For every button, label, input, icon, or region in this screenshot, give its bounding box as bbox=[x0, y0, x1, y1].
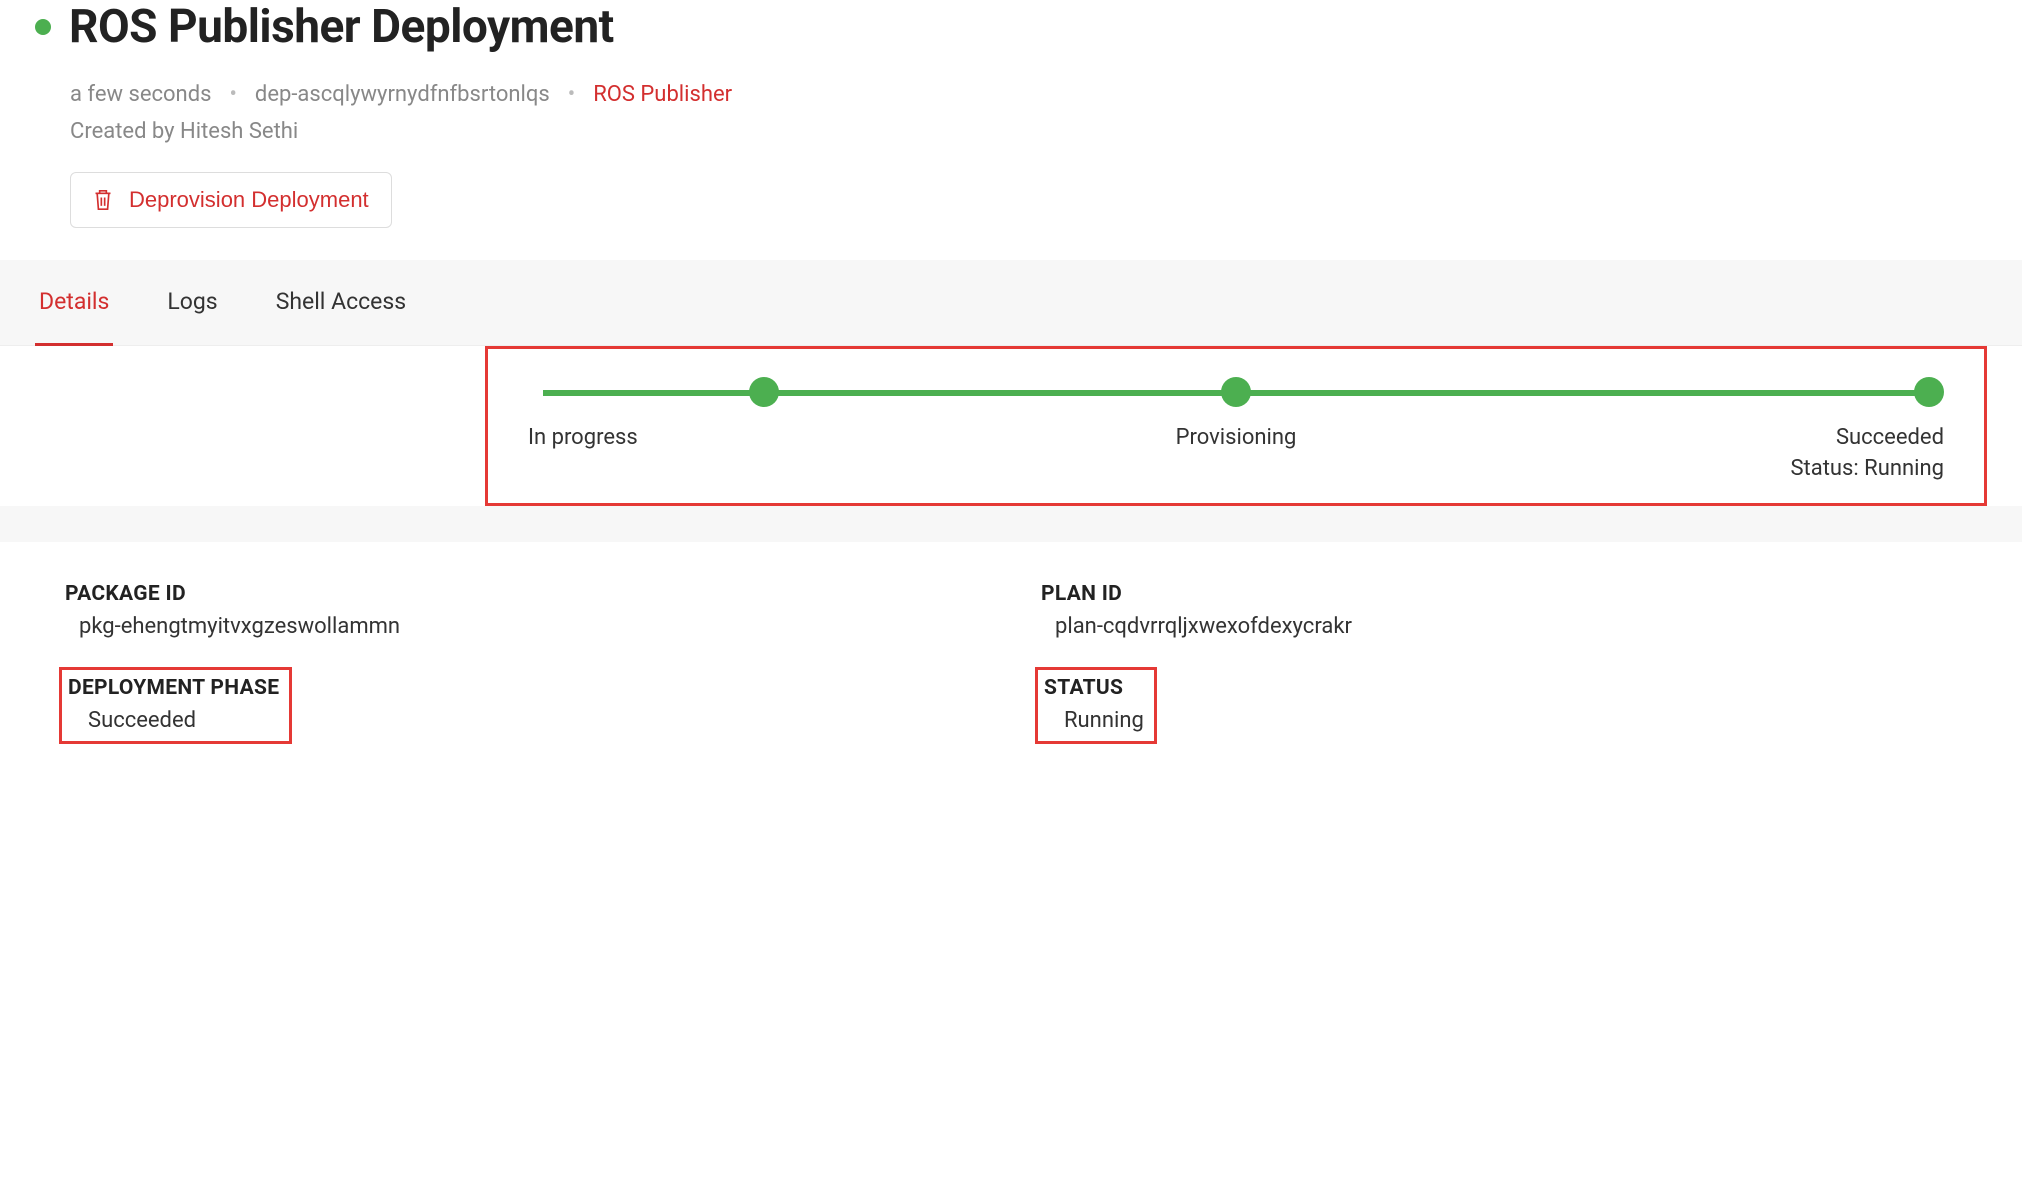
meta-row: a few seconds • dep-ascqlywyrnydfnfbsrto… bbox=[70, 82, 1987, 107]
section-divider bbox=[0, 506, 2022, 542]
progress-step-1 bbox=[528, 377, 1000, 407]
package-id-value: pkg-ehengtmyitvxgzeswollammn bbox=[65, 614, 981, 639]
meta-deployment-id: dep-ascqlywyrnydfnfbsrtonlqs bbox=[255, 82, 550, 107]
meta-age: a few seconds bbox=[70, 82, 211, 107]
deployment-phase-label: DEPLOYMENT PHASE bbox=[68, 676, 279, 700]
status-dot-icon bbox=[35, 19, 51, 35]
tabs-bar: Details Logs Shell Access bbox=[0, 260, 2022, 346]
detail-deployment-phase: DEPLOYMENT PHASE Succeeded bbox=[59, 667, 292, 744]
progress-step-3 bbox=[1472, 377, 1944, 407]
trash-icon bbox=[93, 188, 113, 212]
progress-node-icon bbox=[1914, 377, 1944, 407]
detail-plan-id: PLAN ID plan-cqdvrrqljxwexofdexycrakr bbox=[1041, 582, 1957, 639]
deprovision-button[interactable]: Deprovision Deployment bbox=[70, 172, 392, 228]
detail-status: STATUS Running bbox=[1035, 667, 1157, 744]
created-by-label: Created by Hitesh Sethi bbox=[70, 119, 1987, 144]
plan-id-label: PLAN ID bbox=[1041, 582, 1957, 606]
package-id-label: PACKAGE ID bbox=[65, 582, 981, 606]
tab-details[interactable]: Details bbox=[35, 260, 113, 346]
status-label: STATUS bbox=[1044, 676, 1144, 700]
deployment-phase-value: Succeeded bbox=[68, 708, 279, 733]
plan-id-value: plan-cqdvrrqljxwexofdexycrakr bbox=[1041, 614, 1957, 639]
tab-shell-access[interactable]: Shell Access bbox=[272, 260, 410, 346]
progress-label-3: Succeeded bbox=[1472, 425, 1944, 450]
progress-step-2 bbox=[1000, 377, 1472, 407]
progress-node-icon bbox=[1221, 377, 1251, 407]
progress-node-icon bbox=[749, 377, 779, 407]
separator-dot-icon: • bbox=[229, 82, 236, 107]
separator-dot-icon: • bbox=[568, 82, 575, 107]
progress-label-2: Provisioning bbox=[1000, 425, 1472, 450]
progress-indicator: In progress Provisioning Succeeded Statu… bbox=[485, 346, 1987, 506]
status-value: Running bbox=[1044, 708, 1144, 733]
detail-package-id: PACKAGE ID pkg-ehengtmyitvxgzeswollammn bbox=[65, 582, 981, 639]
page-title: ROS Publisher Deployment bbox=[69, 0, 614, 54]
deprovision-label: Deprovision Deployment bbox=[129, 187, 369, 213]
meta-package-link[interactable]: ROS Publisher bbox=[593, 82, 732, 107]
tab-logs[interactable]: Logs bbox=[163, 260, 221, 346]
progress-status-line: Status: Running bbox=[528, 456, 1944, 481]
progress-label-1: In progress bbox=[528, 425, 1000, 450]
